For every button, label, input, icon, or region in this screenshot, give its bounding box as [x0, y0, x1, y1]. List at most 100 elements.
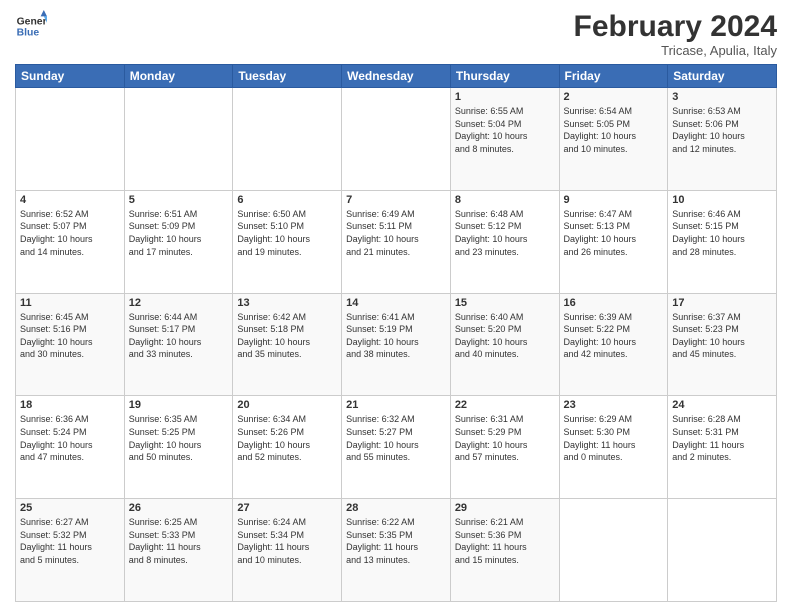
- calendar-cell: 29 Sunrise: 6:21 AM Sunset: 5:36 PM Dayli…: [450, 499, 559, 602]
- calendar-header-thursday: Thursday: [450, 65, 559, 88]
- calendar-week-row: 25 Sunrise: 6:27 AM Sunset: 5:32 PM Dayli…: [16, 499, 777, 602]
- calendar-cell: 19 Sunrise: 6:35 AM Sunset: 5:25 PM Dayli…: [124, 396, 233, 499]
- day-number: 13: [237, 297, 337, 309]
- day-info: Sunrise: 6:51 AM Sunset: 5:09 PM Dayligh…: [129, 208, 229, 258]
- day-number: 16: [564, 297, 664, 309]
- calendar-cell: 3Sunrise: 6:53 AM Sunset: 5:06 PM Daylig…: [668, 88, 777, 191]
- day-info: Sunrise: 6:27 AM Sunset: 5:32 PM Dayligh…: [20, 516, 120, 566]
- day-number: 6: [237, 194, 337, 206]
- day-info: Sunrise: 6:45 AM Sunset: 5:16 PM Dayligh…: [20, 311, 120, 361]
- day-info: Sunrise: 6:24 AM Sunset: 5:34 PM Dayligh…: [237, 516, 337, 566]
- day-number: 23: [564, 399, 664, 411]
- calendar-week-row: 1Sunrise: 6:55 AM Sunset: 5:04 PM Daylig…: [16, 88, 777, 191]
- calendar-cell: 26 Sunrise: 6:25 AM Sunset: 5:33 PM Dayli…: [124, 499, 233, 602]
- calendar-cell: 12 Sunrise: 6:44 AM Sunset: 5:17 PM Dayli…: [124, 293, 233, 396]
- day-number: 10: [672, 194, 772, 206]
- calendar-cell: 5 Sunrise: 6:51 AM Sunset: 5:09 PM Daylig…: [124, 190, 233, 293]
- title-block: February 2024 Tricase, Apulia, Italy: [574, 10, 777, 58]
- day-info: Sunrise: 6:34 AM Sunset: 5:26 PM Dayligh…: [237, 413, 337, 463]
- calendar-header-friday: Friday: [559, 65, 668, 88]
- day-number: 20: [237, 399, 337, 411]
- day-number: 25: [20, 502, 120, 514]
- day-info: Sunrise: 6:54 AM Sunset: 5:05 PM Dayligh…: [564, 105, 664, 155]
- calendar-week-row: 11Sunrise: 6:45 AM Sunset: 5:16 PM Dayli…: [16, 293, 777, 396]
- day-number: 28: [346, 502, 446, 514]
- calendar-cell: 7Sunrise: 6:49 AM Sunset: 5:11 PM Daylig…: [342, 190, 451, 293]
- calendar-cell: 17 Sunrise: 6:37 AM Sunset: 5:23 PM Dayli…: [668, 293, 777, 396]
- calendar-cell: 22 Sunrise: 6:31 AM Sunset: 5:29 PM Dayli…: [450, 396, 559, 499]
- calendar-week-row: 4 Sunrise: 6:52 AM Sunset: 5:07 PM Daylig…: [16, 190, 777, 293]
- calendar-cell: 20 Sunrise: 6:34 AM Sunset: 5:26 PM Dayli…: [233, 396, 342, 499]
- day-number: 2: [564, 91, 664, 103]
- calendar-header-sunday: Sunday: [16, 65, 125, 88]
- calendar-cell: 27 Sunrise: 6:24 AM Sunset: 5:34 PM Dayli…: [233, 499, 342, 602]
- calendar-cell: 11Sunrise: 6:45 AM Sunset: 5:16 PM Dayli…: [16, 293, 125, 396]
- calendar-cell: 14 Sunrise: 6:41 AM Sunset: 5:19 PM Dayli…: [342, 293, 451, 396]
- day-number: 14: [346, 297, 446, 309]
- day-number: 29: [455, 502, 555, 514]
- day-number: 22: [455, 399, 555, 411]
- day-info: Sunrise: 6:25 AM Sunset: 5:33 PM Dayligh…: [129, 516, 229, 566]
- day-info: Sunrise: 6:52 AM Sunset: 5:07 PM Dayligh…: [20, 208, 120, 258]
- day-number: 8: [455, 194, 555, 206]
- day-number: 17: [672, 297, 772, 309]
- calendar-header-wednesday: Wednesday: [342, 65, 451, 88]
- day-info: Sunrise: 6:41 AM Sunset: 5:19 PM Dayligh…: [346, 311, 446, 361]
- day-info: Sunrise: 6:36 AM Sunset: 5:24 PM Dayligh…: [20, 413, 120, 463]
- day-info: Sunrise: 6:47 AM Sunset: 5:13 PM Dayligh…: [564, 208, 664, 258]
- calendar-cell: 15Sunrise: 6:40 AM Sunset: 5:20 PM Dayli…: [450, 293, 559, 396]
- day-number: 12: [129, 297, 229, 309]
- calendar-cell: [668, 499, 777, 602]
- calendar-cell: [233, 88, 342, 191]
- day-info: Sunrise: 6:21 AM Sunset: 5:36 PM Dayligh…: [455, 516, 555, 566]
- day-number: 27: [237, 502, 337, 514]
- day-info: Sunrise: 6:40 AM Sunset: 5:20 PM Dayligh…: [455, 311, 555, 361]
- day-number: 19: [129, 399, 229, 411]
- svg-text:General: General: [17, 16, 47, 27]
- page: General Blue February 2024 Tricase, Apul…: [0, 0, 792, 612]
- calendar-cell: 6 Sunrise: 6:50 AM Sunset: 5:10 PM Daylig…: [233, 190, 342, 293]
- calendar-cell: 13 Sunrise: 6:42 AM Sunset: 5:18 PM Dayli…: [233, 293, 342, 396]
- day-number: 5: [129, 194, 229, 206]
- day-number: 18: [20, 399, 120, 411]
- day-info: Sunrise: 6:46 AM Sunset: 5:15 PM Dayligh…: [672, 208, 772, 258]
- day-info: Sunrise: 6:42 AM Sunset: 5:18 PM Dayligh…: [237, 311, 337, 361]
- calendar-cell: 28Sunrise: 6:22 AM Sunset: 5:35 PM Dayli…: [342, 499, 451, 602]
- day-info: Sunrise: 6:29 AM Sunset: 5:30 PM Dayligh…: [564, 413, 664, 463]
- day-info: Sunrise: 6:50 AM Sunset: 5:10 PM Dayligh…: [237, 208, 337, 258]
- subtitle: Tricase, Apulia, Italy: [574, 43, 777, 58]
- calendar-cell: 25 Sunrise: 6:27 AM Sunset: 5:32 PM Dayli…: [16, 499, 125, 602]
- day-info: Sunrise: 6:28 AM Sunset: 5:31 PM Dayligh…: [672, 413, 772, 463]
- day-info: Sunrise: 6:32 AM Sunset: 5:27 PM Dayligh…: [346, 413, 446, 463]
- calendar-cell: [124, 88, 233, 191]
- calendar-header-tuesday: Tuesday: [233, 65, 342, 88]
- calendar-cell: [342, 88, 451, 191]
- calendar-cell: 9Sunrise: 6:47 AM Sunset: 5:13 PM Daylig…: [559, 190, 668, 293]
- header: General Blue February 2024 Tricase, Apul…: [15, 10, 777, 58]
- calendar-header-saturday: Saturday: [668, 65, 777, 88]
- calendar-table: SundayMondayTuesdayWednesdayThursdayFrid…: [15, 64, 777, 602]
- month-title: February 2024: [574, 10, 777, 43]
- calendar-cell: 2 Sunrise: 6:54 AM Sunset: 5:05 PM Daylig…: [559, 88, 668, 191]
- day-number: 26: [129, 502, 229, 514]
- day-info: Sunrise: 6:53 AM Sunset: 5:06 PM Dayligh…: [672, 105, 772, 155]
- day-info: Sunrise: 6:48 AM Sunset: 5:12 PM Dayligh…: [455, 208, 555, 258]
- day-info: Sunrise: 6:35 AM Sunset: 5:25 PM Dayligh…: [129, 413, 229, 463]
- day-info: Sunrise: 6:37 AM Sunset: 5:23 PM Dayligh…: [672, 311, 772, 361]
- logo-icon: General Blue: [15, 10, 47, 42]
- day-number: 7: [346, 194, 446, 206]
- calendar-cell: 1Sunrise: 6:55 AM Sunset: 5:04 PM Daylig…: [450, 88, 559, 191]
- calendar-cell: 8 Sunrise: 6:48 AM Sunset: 5:12 PM Daylig…: [450, 190, 559, 293]
- day-info: Sunrise: 6:39 AM Sunset: 5:22 PM Dayligh…: [564, 311, 664, 361]
- svg-text:Blue: Blue: [17, 28, 40, 39]
- day-info: Sunrise: 6:31 AM Sunset: 5:29 PM Dayligh…: [455, 413, 555, 463]
- day-number: 4: [20, 194, 120, 206]
- calendar-cell: 24Sunrise: 6:28 AM Sunset: 5:31 PM Dayli…: [668, 396, 777, 499]
- day-info: Sunrise: 6:44 AM Sunset: 5:17 PM Dayligh…: [129, 311, 229, 361]
- calendar-cell: 16 Sunrise: 6:39 AM Sunset: 5:22 PM Dayli…: [559, 293, 668, 396]
- calendar-header-monday: Monday: [124, 65, 233, 88]
- calendar-cell: [559, 499, 668, 602]
- calendar-week-row: 18 Sunrise: 6:36 AM Sunset: 5:24 PM Dayli…: [16, 396, 777, 499]
- day-number: 1: [455, 91, 555, 103]
- calendar-cell: 4 Sunrise: 6:52 AM Sunset: 5:07 PM Daylig…: [16, 190, 125, 293]
